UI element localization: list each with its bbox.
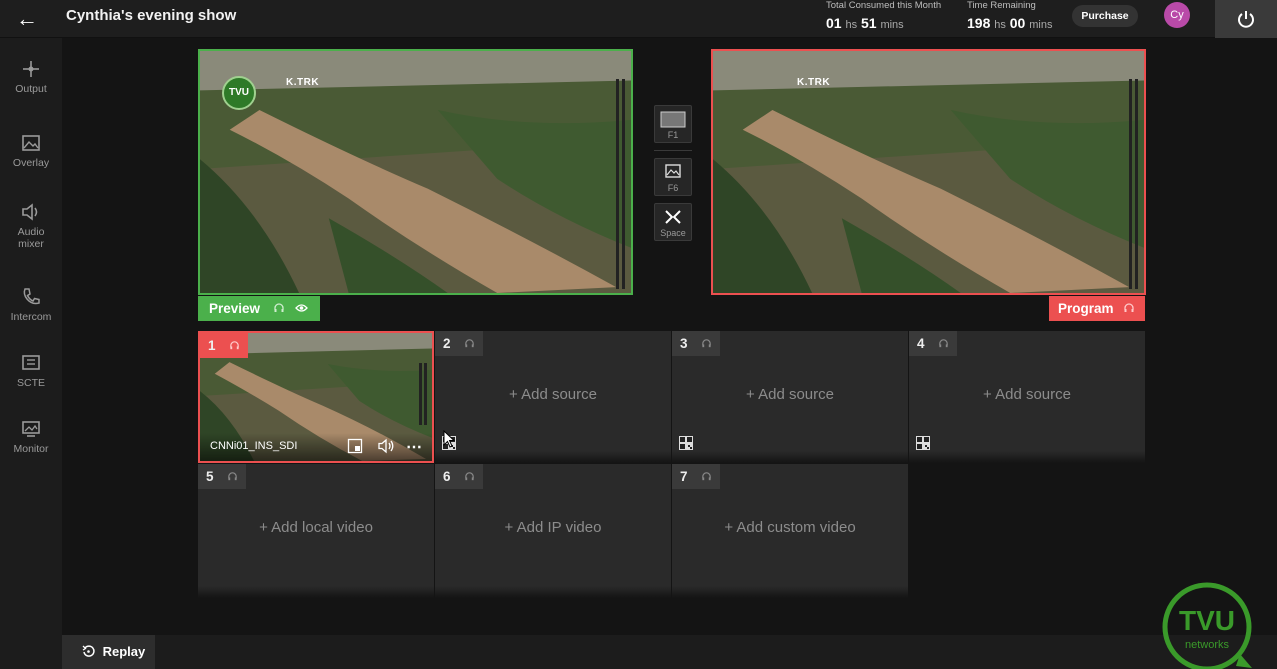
add-source-button[interactable]: + Add source <box>435 386 671 403</box>
purchase-button[interactable]: Purchase <box>1072 5 1138 27</box>
source-tile-3[interactable]: 3 + Add source <box>672 331 908 463</box>
headphones-icon[interactable] <box>1123 302 1135 314</box>
program-video-frame <box>713 51 1144 293</box>
add-source-button[interactable]: + Add source <box>909 386 1145 403</box>
overlay-button[interactable]: F6 <box>654 158 692 196</box>
program-watermark: K.TRK <box>797 77 831 88</box>
source-tile-2[interactable]: 2 + Add source <box>435 331 671 463</box>
tile-fade <box>909 451 1145 463</box>
remaining-value: 198 hs 00 mins <box>967 15 1053 31</box>
tvu-watermark-logo: TVU <box>222 76 256 110</box>
transition-icon <box>665 210 681 224</box>
source-tile-5[interactable]: 5 + Add local video <box>198 464 434 598</box>
speaker-icon <box>22 203 38 221</box>
headphones-icon[interactable] <box>464 471 475 482</box>
tile-fade <box>435 586 671 598</box>
preview-audio-meter-left <box>616 79 619 289</box>
headphones-icon[interactable] <box>938 338 949 349</box>
tile-fade <box>435 451 671 463</box>
preview-video-frame <box>200 51 631 293</box>
cut-button[interactable]: F1 <box>654 105 692 143</box>
preview-audio-meter-right <box>622 79 625 289</box>
qr-code-icon[interactable] <box>916 436 930 450</box>
source-number-badge: 6 <box>435 464 484 489</box>
pip-icon[interactable] <box>347 438 363 454</box>
tvu-logo-subtext: networks <box>1184 639 1230 651</box>
bottom-bar <box>62 635 1277 669</box>
image-icon <box>665 164 681 178</box>
add-local-video-button[interactable]: + Add local video <box>198 519 434 536</box>
headphones-icon[interactable] <box>229 340 240 351</box>
qr-code-icon[interactable] <box>679 436 693 450</box>
replay-button[interactable]: Replay <box>62 635 155 669</box>
sidebar: Output Overlay Audio mixer Intercom SCTE <box>0 38 62 669</box>
source-number-badge: 2 <box>435 331 484 356</box>
program-audio-meter-left <box>1129 79 1132 289</box>
consumed-label: Total Consumed this Month <box>826 0 942 11</box>
sidebar-item-monitor[interactable]: Monitor <box>0 418 62 455</box>
source-number-badge: 3 <box>672 331 721 356</box>
replay-icon <box>82 645 95 657</box>
avatar[interactable]: Cy <box>1164 2 1190 28</box>
remaining-stat: Time Remaining 198 hs 00 mins <box>967 0 1052 31</box>
remaining-label: Time Remaining <box>967 0 1036 11</box>
headphones-icon[interactable] <box>273 302 285 314</box>
source-tile-6[interactable]: 6 + Add IP video <box>435 464 671 598</box>
power-icon <box>1238 11 1254 28</box>
source-number-badge: 4 <box>909 331 958 356</box>
source-tile-1[interactable]: 1 CNNi01_INS_SDI ⋯ <box>198 331 434 463</box>
headphones-icon[interactable] <box>701 471 712 482</box>
tvu-logo-text: TVU <box>1179 605 1235 636</box>
transition-button[interactable]: Space <box>654 203 692 241</box>
sidebar-item-intercom[interactable]: Intercom <box>0 286 62 323</box>
source-tile-4[interactable]: 4 + Add source <box>909 331 1145 463</box>
power-button[interactable] <box>1215 0 1277 38</box>
add-source-button[interactable]: + Add source <box>672 386 908 403</box>
preview-watermark: K.TRK <box>286 77 320 88</box>
source-1-audio-meter <box>419 363 422 425</box>
control-divider <box>654 150 692 151</box>
sidebar-item-scte[interactable]: SCTE <box>0 352 62 389</box>
tile-fade <box>672 451 908 463</box>
source-1-audio-meter-right <box>424 363 427 425</box>
speaker-icon[interactable] <box>377 438 395 454</box>
source-number-badge: 7 <box>672 464 721 489</box>
cut-icon <box>660 111 686 128</box>
more-options-icon[interactable]: ⋯ <box>406 437 423 457</box>
mouse-cursor-icon <box>443 430 455 448</box>
headphones-icon[interactable] <box>701 338 712 349</box>
tile-fade <box>672 586 908 598</box>
phone-icon <box>23 288 40 305</box>
program-monitor[interactable]: K.TRK <box>711 49 1146 295</box>
sidebar-item-overlay[interactable]: Overlay <box>0 132 62 169</box>
headphones-icon[interactable] <box>464 338 475 349</box>
consumed-value: 01 hs 51 mins <box>826 15 904 31</box>
monitor-icon <box>22 421 40 437</box>
sidebar-item-audio-mixer[interactable]: Audio mixer <box>0 201 62 250</box>
sidebar-item-output[interactable]: Output <box>0 58 62 95</box>
back-arrow-icon[interactable]: ← <box>14 6 40 32</box>
page-title: Cynthia's evening show <box>66 7 237 24</box>
preview-label: Preview <box>198 296 320 321</box>
add-ip-video-button[interactable]: + Add IP video <box>435 519 671 536</box>
source-number-badge: 5 <box>198 464 247 489</box>
source-name: CNNi01_INS_SDI <box>210 440 298 452</box>
preview-monitor[interactable]: K.TRK TVU <box>198 49 633 295</box>
program-audio-meter-right <box>1135 79 1138 289</box>
add-custom-video-button[interactable]: + Add custom video <box>672 519 908 536</box>
image-icon <box>22 135 40 151</box>
eye-icon[interactable] <box>294 302 308 314</box>
ad-icon <box>22 355 40 370</box>
consumed-stat: Total Consumed this Month 01 hs 51 mins <box>826 0 941 31</box>
source-number-badge: 1 <box>200 333 249 358</box>
program-label: Program <box>1049 296 1145 321</box>
output-icon <box>23 61 39 77</box>
tile-fade <box>198 586 434 598</box>
headphones-icon[interactable] <box>227 471 238 482</box>
top-bar: ← Cynthia's evening show Total Consumed … <box>0 0 1277 38</box>
source-tile-7[interactable]: 7 + Add custom video <box>672 464 908 598</box>
